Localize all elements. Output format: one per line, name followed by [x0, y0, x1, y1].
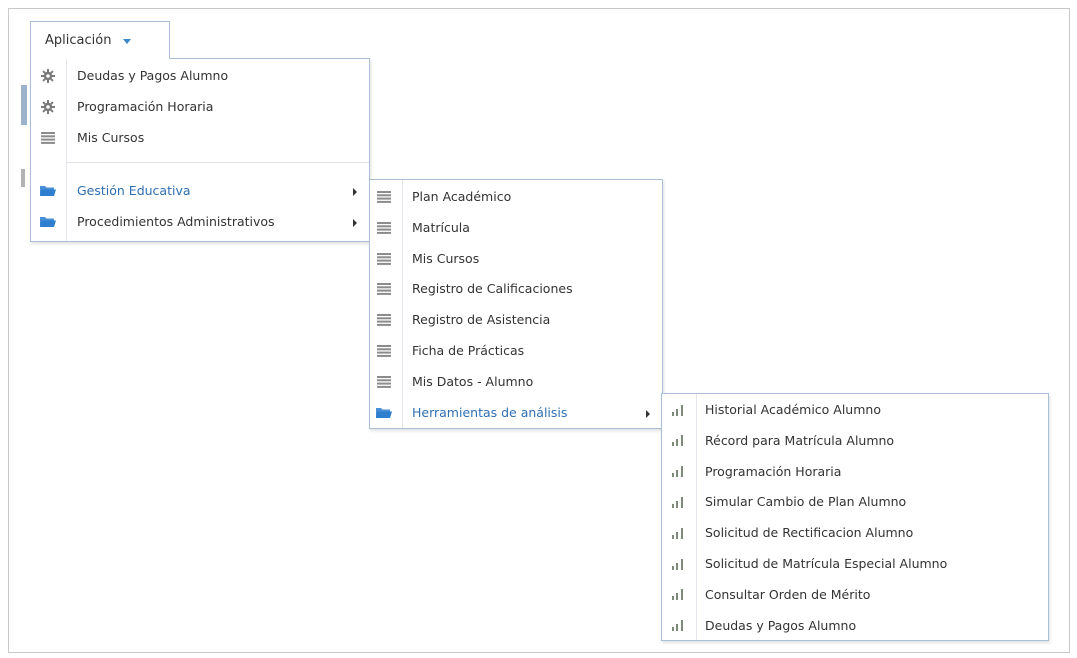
menu-item-label: Herramientas de análisis [412, 404, 568, 420]
menu-item-label: Gestión Educativa [77, 183, 191, 198]
background-fragment [21, 85, 27, 125]
menu-item-label: Deudas y Pagos Alumno [705, 617, 857, 633]
menu-item-label: Historial Académico Alumno [705, 402, 881, 417]
bar-chart-icon [668, 556, 688, 572]
menu-item-procedimientos-administrativos[interactable]: Procedimientos Administrativos [31, 207, 369, 238]
chevron-right-icon [646, 409, 650, 418]
list-icon [374, 251, 394, 267]
gear-icon [38, 99, 58, 115]
list-icon [374, 281, 394, 297]
menu-item-label: Programación Horaria [77, 99, 214, 114]
menu-item-label: Mis Cursos [412, 250, 480, 266]
herramientas-analisis-submenu: Historial Académico Alumno Récord para Ma… [661, 393, 1049, 641]
chevron-right-icon [353, 219, 357, 227]
menu-item-consultar-orden-de-merito[interactable]: Consultar Orden de Mérito [662, 580, 1048, 611]
menu-item-gestion-educativa[interactable]: Gestión Educativa [31, 176, 369, 207]
menu-item-programacion-horaria[interactable]: Programación Horaria [31, 92, 369, 123]
bar-chart-icon [668, 525, 688, 541]
menu-item-registro-de-calificaciones[interactable]: Registro de Calificaciones [370, 274, 662, 305]
gear-icon [38, 68, 58, 84]
menu-item-herramientas-de-analisis[interactable]: Herramientas de análisis [370, 398, 662, 429]
menu-item-label: Deudas y Pagos Alumno [77, 68, 229, 83]
bar-chart-icon [668, 494, 688, 510]
menu-item-deudas-y-pagos-alumno[interactable]: Deudas y Pagos Alumno [662, 611, 1048, 642]
menu-item-ficha-de-practicas[interactable]: Ficha de Prácticas [370, 336, 662, 367]
menu-item-historial-academico-alumno[interactable]: Historial Académico Alumno [662, 395, 1048, 426]
menu-item-mis-cursos[interactable]: Mis Cursos [370, 244, 662, 275]
menu-item-label: Programación Horaria [705, 463, 842, 479]
list-icon [38, 130, 58, 146]
gestion-educativa-submenu: Plan Académico Matrícula Mis Cursos Registr… [369, 179, 663, 429]
menu-item-solicitud-de-matricula-especial-alumno[interactable]: Solicitud de Matrícula Especial Alumno [662, 549, 1048, 580]
list-icon [374, 312, 394, 328]
menu-item-plan-academico[interactable]: Plan Académico [370, 182, 662, 213]
menu-item-simular-cambio-de-plan-alumno[interactable]: Simular Cambio de Plan Alumno [662, 487, 1048, 518]
bar-chart-icon [668, 433, 688, 449]
bar-chart-icon [668, 587, 688, 603]
list-icon [374, 374, 394, 390]
menu-item-programacion-horaria[interactable]: Programación Horaria [662, 457, 1048, 488]
menu-item-label: Plan Académico [412, 189, 512, 204]
menu-item-label: Ficha de Prácticas [412, 343, 525, 358]
menu-item-label: Procedimientos Administrativos [77, 214, 275, 229]
menu-item-solicitud-de-rectificacion-alumno[interactable]: Solicitud de Rectificacion Alumno [662, 518, 1048, 549]
app-menu-dropdown: Deudas y Pagos Alumno Programación Horari… [30, 58, 370, 242]
menu-item-label: Solicitud de Matrícula Especial Alumno [705, 556, 948, 571]
menu-item-mis-cursos[interactable]: Mis Cursos [31, 123, 369, 154]
folder-icon [374, 405, 394, 421]
menu-item-label: Mis Datos - Alumno [412, 373, 534, 389]
menu-item-label: Registro de Asistencia [412, 312, 551, 328]
bar-chart-icon [668, 464, 688, 480]
menu-item-label: Matrícula [412, 219, 470, 235]
menu-item-record-para-matricula-alumno[interactable]: Récord para Matrícula Alumno [662, 426, 1048, 457]
caret-down-icon [123, 39, 132, 44]
menu-item-label: Registro de Calificaciones [412, 281, 573, 297]
bar-chart-icon [668, 618, 688, 634]
bar-chart-icon [668, 402, 688, 418]
chevron-right-icon [353, 188, 357, 196]
menu-item-label: Solicitud de Rectificacion Alumno [705, 525, 914, 541]
list-icon [374, 220, 394, 236]
menu-item-label: Consultar Orden de Mérito [705, 586, 871, 602]
menu-item-registro-de-asistencia[interactable]: Registro de Asistencia [370, 305, 662, 336]
app-menu-button[interactable]: Aplicación [30, 21, 170, 59]
folder-icon [38, 214, 58, 230]
menu-item-label: Simular Cambio de Plan Alumno [705, 494, 907, 510]
menu-item-label: Mis Cursos [77, 130, 145, 145]
menu-item-mis-datos-alumno[interactable]: Mis Datos - Alumno [370, 367, 662, 398]
folder-icon [38, 183, 58, 199]
list-icon [374, 189, 394, 205]
list-icon [374, 343, 394, 359]
background-fragment [21, 169, 25, 187]
menu-separator [67, 162, 369, 163]
menu-item-deudas-y-pagos-alumno[interactable]: Deudas y Pagos Alumno [31, 61, 369, 92]
menu-item-matricula[interactable]: Matrícula [370, 213, 662, 244]
menu-item-label: Récord para Matrícula Alumno [705, 432, 895, 448]
app-menu-label: Aplicación [45, 33, 112, 48]
